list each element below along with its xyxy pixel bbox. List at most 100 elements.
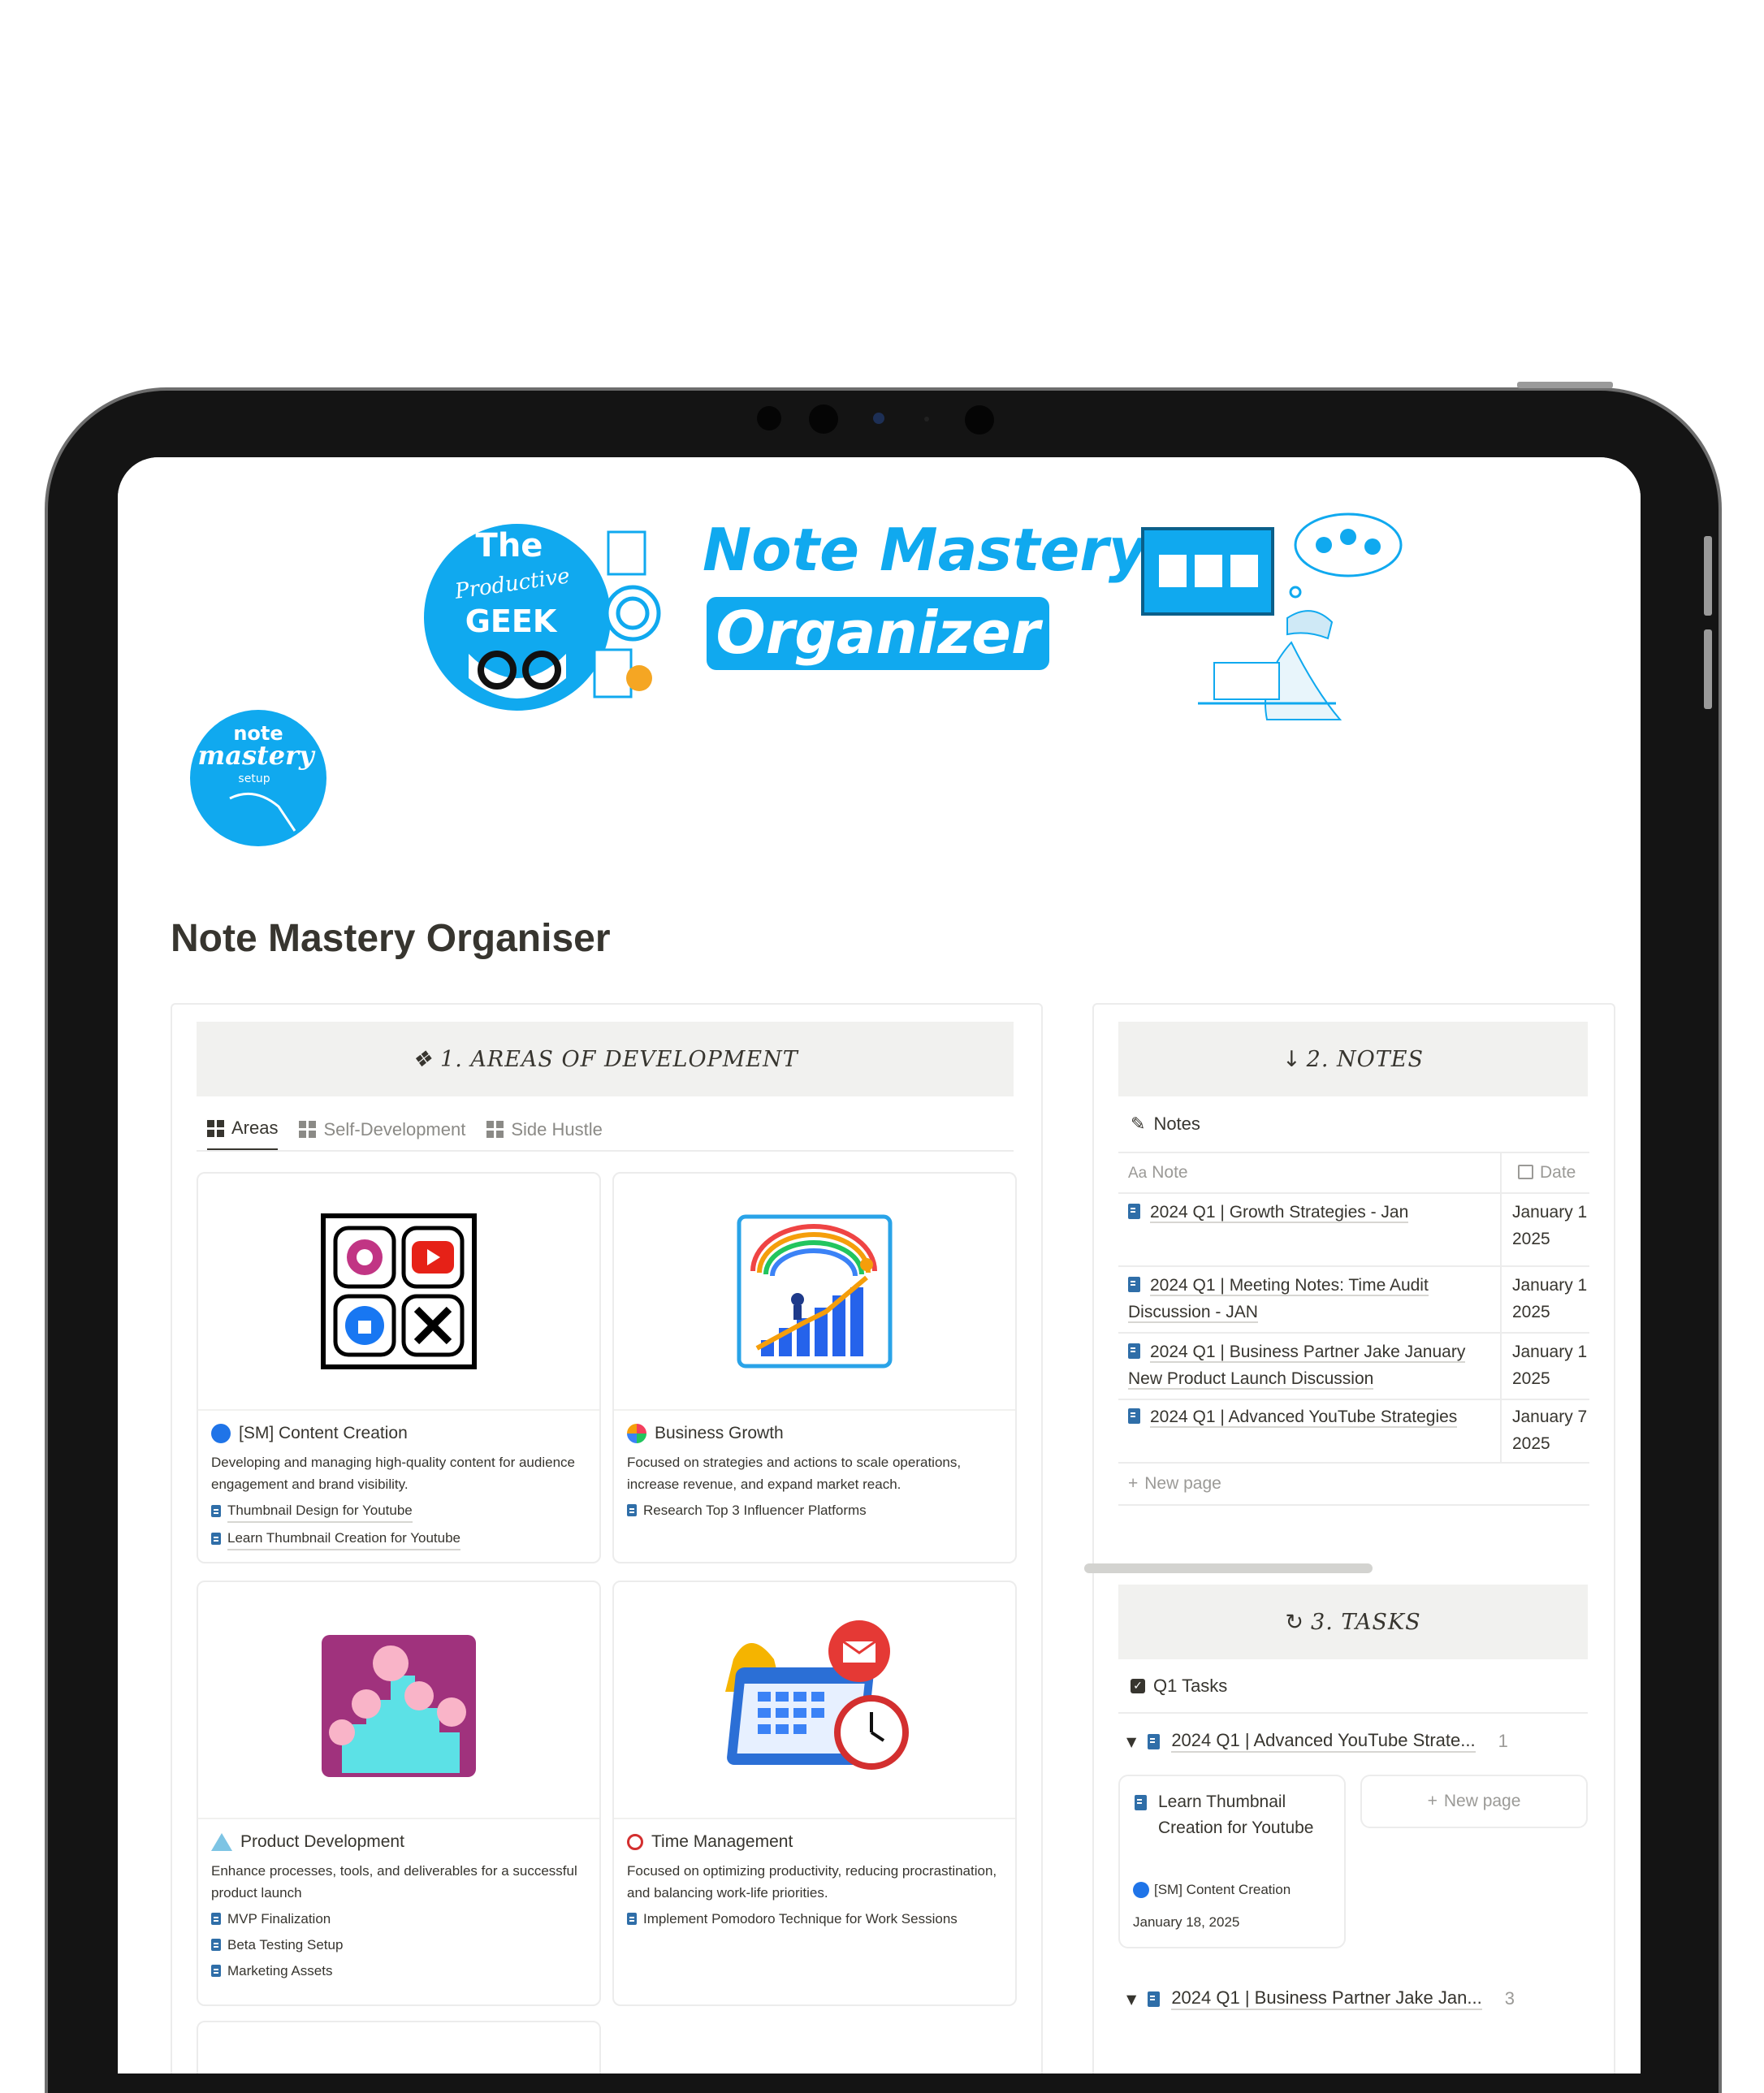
page-icon (211, 1965, 221, 1977)
tasks-view-title[interactable]: ✓ Q1 Tasks (1131, 1676, 1227, 1697)
note-title: 2024 Q1 | Growth Strategies - Jan (1150, 1203, 1409, 1223)
new-page-button[interactable]: + New page (1128, 1470, 1502, 1497)
card-title: Product Development (211, 1832, 586, 1852)
page-icon (211, 1939, 221, 1951)
new-task-button[interactable]: + New page (1360, 1775, 1588, 1828)
card-cover (614, 1174, 1015, 1411)
page-icon (211, 1533, 221, 1545)
date-cell: January 1 2025 (1512, 1276, 1588, 1321)
triangle-down-icon[interactable]: ▼ (1126, 1734, 1136, 1749)
table-row[interactable]: 2024 Q1 | Business Partner Jake January … (1118, 1334, 1589, 1400)
page-icon (1128, 1204, 1140, 1219)
page-cover: The Productive GEEK Note Mastery Organiz… (118, 457, 1641, 846)
new-page-row[interactable]: + New page (1118, 1464, 1589, 1506)
camera-sensor-icon (757, 406, 781, 430)
task-group-header[interactable]: ▼ 2024 Q1 | Business Partner Jake Jan...… (1126, 1987, 1515, 2010)
note-cell[interactable]: 2024 Q1 | Growth Strategies - Jan (1128, 1199, 1502, 1226)
task-group-title: 2024 Q1 | Advanced YouTube Strate... (1171, 1730, 1476, 1753)
tasks-section-header: ↻ 3. TASKS (1118, 1585, 1588, 1659)
page-icon: note mastery setup (190, 710, 326, 846)
related-page-link[interactable]: Thumbnail Design for Youtube (211, 1499, 586, 1523)
note-cell[interactable]: 2024 Q1 | Advanced YouTube Strategies (1128, 1403, 1502, 1430)
task-group-title: 2024 Q1 | Business Partner Jake Jan... (1171, 1987, 1482, 2010)
productive-geek-logo: The Productive GEEK (424, 524, 661, 711)
card-description: Developing and managing high-quality con… (211, 1455, 575, 1492)
tab-self-development[interactable]: Self-Development (299, 1118, 465, 1151)
related-page-label: Marketing Assets (227, 1963, 333, 1978)
camera-sensor-icon (809, 404, 838, 434)
task-group-header[interactable]: ▼ 2024 Q1 | Advanced YouTube Strate... 1 (1126, 1730, 1508, 1753)
globe-icon (211, 1424, 231, 1443)
banner-title: Note Mastery (703, 516, 1147, 584)
logo-geek-text: GEEK (465, 603, 558, 639)
page-icon (627, 1504, 637, 1516)
related-page-link[interactable]: Implement Pomodoro Technique for Work Se… (627, 1908, 1002, 1930)
notes-section-header: ↓ 2. NOTES (1118, 1022, 1588, 1096)
related-page-link[interactable]: Marketing Assets (211, 1960, 586, 1982)
tab-side-hustle-label: Side Hustle (511, 1118, 603, 1139)
note-title: 2024 Q1 | Advanced YouTube Strategies (1150, 1408, 1458, 1428)
plus-icon: + (1427, 1792, 1438, 1810)
card-description: Focused on strategies and actions to sca… (627, 1455, 962, 1492)
tabs-divider (197, 1150, 1014, 1152)
new-task-label: New page (1443, 1792, 1521, 1810)
table-row[interactable]: 2024 Q1 | Meeting Notes: Time Audit Disc… (1118, 1267, 1589, 1334)
gallery-view-icon (299, 1121, 317, 1138)
page-icon (1148, 1733, 1161, 1749)
notes-header-text: 2. NOTES (1306, 1046, 1424, 1072)
alarm-clock-icon (627, 1834, 643, 1850)
date-column-header[interactable]: Date (1518, 1159, 1595, 1186)
tab-self-development-label: Self-Development (323, 1118, 466, 1139)
card-cover (198, 1582, 599, 1819)
area-card[interactable]: Product Development Enhance processes, t… (197, 1581, 601, 2006)
area-card[interactable]: Business Growth Focused on strategies an… (612, 1172, 1017, 1563)
table-row[interactable]: 2024 Q1 | Advanced YouTube Strategies Ja… (1118, 1400, 1589, 1464)
task-card-date: January 18, 2025 (1133, 1914, 1240, 1930)
related-page-label: Thumbnail Design for Youtube (227, 1499, 413, 1523)
note-cell[interactable]: 2024 Q1 | Business Partner Jake January … (1128, 1338, 1502, 1392)
page-icon (211, 1505, 221, 1517)
horizontal-scrollbar[interactable] (1084, 1563, 1373, 1573)
area-card[interactable]: [SM] Content Creation Developing and man… (197, 1172, 601, 1563)
gallery-view-icon (207, 1119, 224, 1137)
triangle-down-icon[interactable]: ▼ (1126, 1991, 1136, 2007)
plus-icon: + (1128, 1474, 1139, 1493)
card-title-text: Business Growth (655, 1424, 784, 1442)
note-cell[interactable]: 2024 Q1 | Meeting Notes: Time Audit Disc… (1128, 1272, 1502, 1325)
note-column-header[interactable]: Aa Note (1128, 1159, 1502, 1187)
date-cell: January 1 2025 (1512, 1203, 1588, 1248)
note-title: 2024 Q1 | Business Partner Jake January … (1128, 1343, 1466, 1390)
table-row[interactable]: 2024 Q1 | Growth Strategies - Jan Januar… (1118, 1192, 1589, 1267)
tasks-divider (1118, 1712, 1588, 1714)
page-icon (1135, 1795, 1147, 1810)
card-title-text: Time Management (651, 1832, 793, 1851)
tasks-header-text: 3. TASKS (1311, 1609, 1421, 1635)
card-title-text: Product Development (240, 1832, 404, 1851)
tab-areas[interactable]: Areas (207, 1118, 279, 1151)
notes-view-title[interactable]: ✎ Notes (1131, 1114, 1200, 1135)
calendar-alarm-illustration (725, 1620, 909, 1770)
tab-side-hustle[interactable]: Side Hustle (486, 1118, 603, 1151)
related-page-link[interactable]: MVP Finalization (211, 1908, 586, 1930)
page-icon (1128, 1408, 1140, 1424)
product-development-illustration (322, 1635, 476, 1777)
related-page-link[interactable]: Beta Testing Setup (211, 1934, 586, 1956)
related-page-link[interactable]: Learn Thumbnail Creation for Youtube (211, 1527, 586, 1550)
notes-table-header: Aa Note Date (1118, 1152, 1589, 1462)
task-card-title-text: Learn Thumbnail Creation for Youtube (1158, 1792, 1314, 1837)
task-card-area[interactable]: [SM] Content Creation (1133, 1882, 1291, 1898)
text-property-icon: Aa (1128, 1165, 1148, 1182)
tablet-top-button (1517, 382, 1613, 388)
related-page-label: Implement Pomodoro Technique for Work Se… (643, 1911, 958, 1927)
card-title: Business Growth (627, 1424, 1002, 1443)
task-card[interactable]: Learn Thumbnail Creation for Youtube [SM… (1118, 1775, 1346, 1948)
tab-areas-label: Areas (231, 1118, 279, 1138)
related-page-link[interactable]: Research Top 3 Influencer Platforms (627, 1499, 1002, 1521)
related-page-label: Beta Testing Setup (227, 1937, 344, 1952)
logo-the-text: The (476, 527, 543, 564)
social-media-icon (321, 1213, 477, 1369)
area-card[interactable]: Time Management Focused on optimizing pr… (612, 1581, 1017, 2006)
tasks-view-label: Q1 Tasks (1153, 1676, 1228, 1696)
area-card[interactable] (197, 2021, 601, 2074)
areas-section-header: ❖ 1. AREAS OF DEVELOPMENT (197, 1022, 1014, 1096)
